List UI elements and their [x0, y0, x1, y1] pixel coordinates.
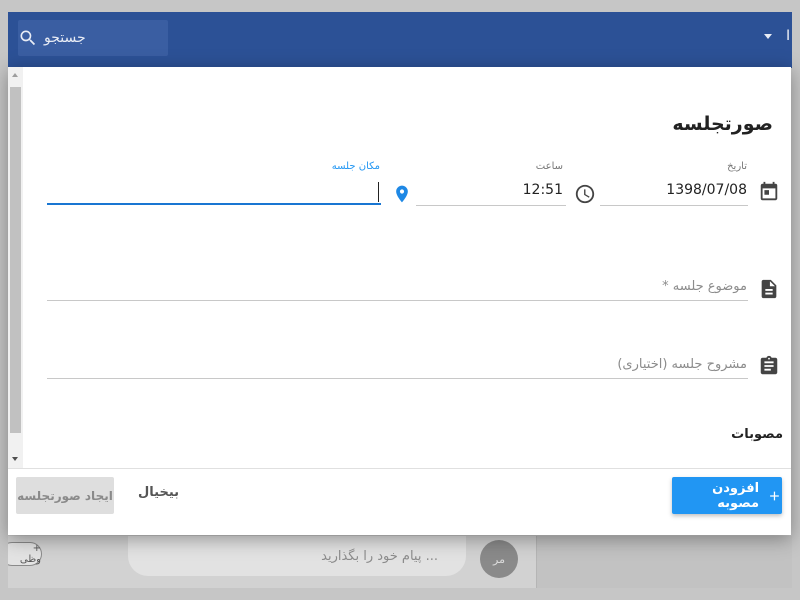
- message-input[interactable]: پیام خود را بگذارید ...: [128, 536, 466, 576]
- backdrop-top: [0, 0, 800, 12]
- subject-input[interactable]: موضوع جلسه *: [662, 279, 747, 294]
- add-approval-button[interactable]: افزودن مصوبه: [672, 477, 782, 514]
- side-panel-bottom: [536, 536, 792, 588]
- calendar-icon: [760, 181, 778, 201]
- description-input[interactable]: مشروح جلسه (اختیاری): [617, 357, 747, 372]
- scrollbar-thumb[interactable]: [10, 87, 21, 433]
- plus-icon: [770, 491, 779, 500]
- time-label: ساعت: [535, 161, 563, 172]
- search-label: جستجو: [44, 30, 86, 46]
- screen: جستجو ا + وظی پیام خود را بگذارید ... مر…: [0, 0, 800, 600]
- subject-field-underline: [47, 300, 748, 301]
- dialog-title: صورتجلسه: [672, 113, 773, 135]
- avatar: مر: [480, 540, 518, 578]
- approvals-heading: مصوبات: [731, 427, 783, 442]
- date-value[interactable]: 1398/07/08: [666, 182, 747, 198]
- search-icon[interactable]: [18, 28, 38, 48]
- description-field-underline: [47, 378, 748, 379]
- backdrop-right: [792, 0, 800, 600]
- document-icon: [761, 279, 777, 299]
- create-minutes-button[interactable]: ایجاد صورتجلسه: [16, 477, 114, 514]
- chevron-down-icon[interactable]: [764, 34, 772, 39]
- app-header: جستجو ا: [8, 12, 792, 68]
- date-label: تاریخ: [727, 161, 747, 172]
- scroll-down-arrow-icon[interactable]: [12, 457, 18, 461]
- date-field-underline: [600, 205, 748, 206]
- footer-divider: [8, 468, 791, 469]
- location-field-underline: [47, 203, 381, 205]
- scrollbar[interactable]: [8, 67, 23, 468]
- time-field-underline: [416, 205, 566, 206]
- cancel-button[interactable]: بیخیال: [138, 485, 179, 500]
- scroll-up-arrow-icon[interactable]: [12, 73, 18, 77]
- add-approval-label: افزودن مصوبه: [712, 480, 760, 511]
- text-cursor: [378, 182, 379, 202]
- search-box[interactable]: جستجو: [18, 20, 168, 56]
- backdrop-left: [0, 0, 8, 600]
- location-label: مکان جلسه: [331, 161, 380, 172]
- clipboard-icon: [760, 355, 778, 375]
- clock-icon: [575, 184, 595, 204]
- user-menu-label[interactable]: ا: [786, 28, 790, 44]
- location-pin-icon: [396, 185, 408, 203]
- meeting-minutes-dialog: صورتجلسه تاریخ 1398/07/08 ساعت 12:51 مکا…: [8, 67, 791, 535]
- time-value[interactable]: 12:51: [523, 182, 563, 198]
